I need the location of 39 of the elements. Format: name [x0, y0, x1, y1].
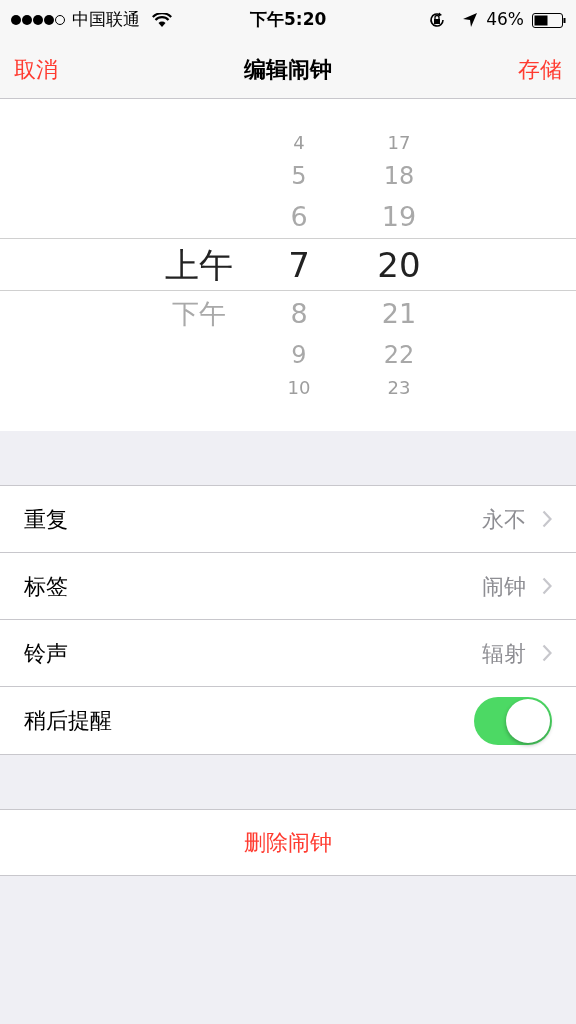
battery-icon — [532, 12, 566, 28]
delete-alarm-button[interactable]: 删除闹钟 — [244, 826, 332, 859]
setting-label: 稍后提醒 — [24, 707, 112, 735]
setting-value[interactable]: 永不 — [482, 502, 526, 536]
picker-option[interactable]: 10 — [287, 378, 311, 397]
nav-title: 编辑闹钟 — [244, 55, 332, 84]
picker-option[interactable]: 23 — [387, 378, 411, 397]
picker-option[interactable]: 17 — [387, 133, 411, 152]
picker-option[interactable]: 18 — [383, 163, 415, 188]
chevron-right-icon — [542, 510, 552, 528]
picker-option[interactable]: 上午 — [165, 248, 233, 282]
cancel-button[interactable]: 取消 — [14, 52, 58, 86]
picker-option[interactable]: 19 — [381, 203, 417, 230]
toggle-switch[interactable] — [474, 696, 552, 745]
setting-label: 铃声 — [24, 639, 68, 668]
picker-option[interactable]: 9 — [291, 342, 307, 367]
battery-percentage: 46% — [486, 8, 524, 32]
picker-option[interactable]: 7 — [288, 248, 310, 282]
picker-option[interactable]: 21 — [381, 300, 417, 327]
rotation-lock-icon — [428, 11, 447, 29]
picker-option[interactable]: 6 — [290, 203, 308, 230]
picker-option[interactable]: 8 — [290, 300, 308, 327]
status-time: 下午5:20 — [250, 8, 327, 32]
picker-option[interactable]: 下午 — [172, 300, 226, 327]
picker-option[interactable]: 22 — [383, 342, 415, 367]
setting-label: 标签 — [24, 572, 68, 601]
setting-label: 重复 — [24, 505, 68, 534]
setting-value[interactable]: 闹钟 — [482, 569, 526, 603]
chevron-right-icon — [542, 644, 552, 662]
signal-strength-icon — [10, 14, 66, 26]
location-arrow-icon — [462, 12, 479, 28]
picker-option[interactable]: 4 — [293, 133, 305, 152]
carrier-name: 中国联通 — [72, 8, 140, 32]
picker-option[interactable]: 5 — [291, 163, 307, 188]
save-button[interactable]: 存储 — [518, 52, 562, 86]
picker-option[interactable]: 20 — [377, 248, 421, 282]
chevron-right-icon — [542, 577, 552, 595]
wifi-icon — [152, 12, 172, 28]
setting-value[interactable]: 辐射 — [482, 636, 526, 670]
